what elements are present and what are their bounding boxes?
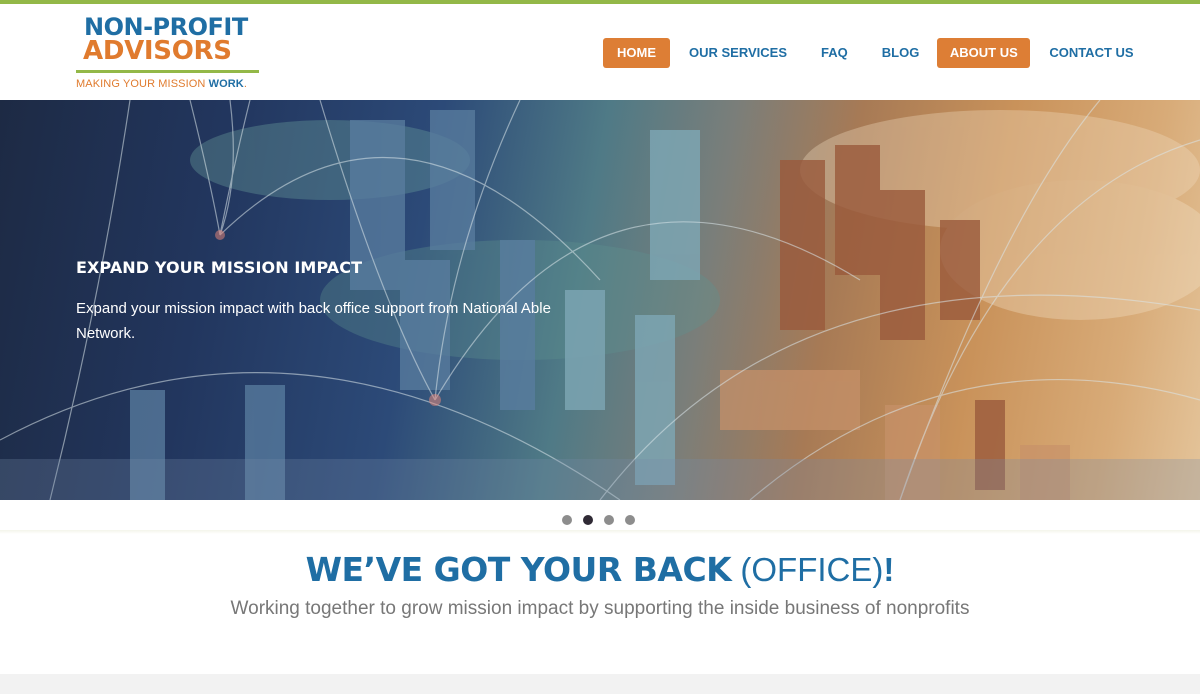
slider-dot-1[interactable]	[562, 515, 572, 525]
main-nav: HOME OUR SERVICES FAQ BLOG ABOUT US CONT…	[603, 38, 1148, 68]
nav-our-services[interactable]: OUR SERVICES	[675, 38, 801, 68]
nav-faq[interactable]: FAQ	[807, 38, 862, 68]
slider-dot-2[interactable]	[583, 515, 593, 525]
intro-headline-strong: WE’VE GOT YOUR BACK	[305, 550, 732, 589]
nav-about-us[interactable]: ABOUT US	[937, 38, 1031, 68]
logo-tagline: MAKING YOUR MISSION WORK.	[76, 77, 247, 91]
slider-dot-3[interactable]	[604, 515, 614, 525]
nav-blog[interactable]: BLOG	[868, 38, 934, 68]
next-section-band	[0, 674, 1200, 694]
intro-headline-bang: !	[883, 551, 895, 588]
section-divider	[0, 530, 1200, 534]
intro-subline: Working together to grow mission impact …	[230, 598, 970, 619]
hero-slide: EXPAND YOUR MISSION IMPACT Expand your m…	[0, 100, 1200, 500]
hero-title: EXPAND YOUR MISSION IMPACT	[76, 258, 363, 277]
slider-dot-4[interactable]	[625, 515, 635, 525]
logo-divider	[76, 70, 259, 73]
hero-bottom-band	[0, 459, 1200, 500]
logo-home-link[interactable]: NON-PROFIT ADVISORS MAKING YOUR MISSION …	[76, 14, 260, 94]
hero-text: Expand your mission impact with back off…	[76, 300, 551, 342]
logo-tagline-emphasis: WORK	[208, 78, 244, 90]
nav-home[interactable]: HOME	[603, 38, 670, 68]
intro-headline-light: (OFFICE)	[731, 551, 884, 588]
logo-tagline-prefix: MAKING YOUR MISSION	[76, 78, 209, 90]
logo-line-advisors: ADVISORS	[83, 36, 232, 66]
intro-headline: WE’VE GOT YOUR BACK (OFFICE)!	[0, 549, 1200, 591]
site-header: NON-PROFIT ADVISORS MAKING YOUR MISSION …	[0, 4, 1200, 100]
slider-pagination	[562, 515, 635, 525]
nav-contact-us[interactable]: CONTACT US	[1035, 38, 1147, 68]
logo-tagline-suffix: .	[243, 78, 247, 90]
